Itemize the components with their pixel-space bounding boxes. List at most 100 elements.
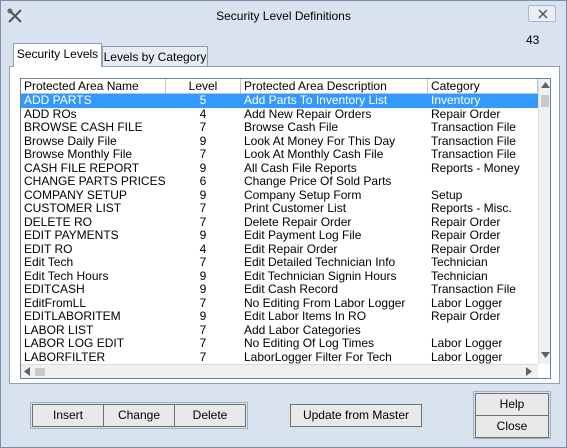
cell-protected-area-name: Edit Tech Hours bbox=[24, 269, 109, 283]
cell-protected-area-name: CUSTOMER LIST bbox=[24, 202, 122, 215]
scroll-up-arrow-icon[interactable] bbox=[541, 82, 550, 88]
table-row[interactable]: LABORFILTER 7 LaborLogger Filter For Tech L… bbox=[21, 351, 538, 365]
close-icon bbox=[538, 9, 548, 19]
cell-protected-area-name: CHANGE PARTS PRICES bbox=[24, 175, 166, 188]
scroll-right-arrow-icon[interactable] bbox=[526, 367, 532, 376]
cell-category: Reports - Money bbox=[431, 161, 520, 175]
table-row[interactable]: BROWSE CASH FILE 7 Browse Cash File Transac… bbox=[21, 121, 538, 135]
cell-level: 7 bbox=[199, 121, 207, 134]
grid-header: Protected Area Name Level Protected Area… bbox=[21, 79, 538, 94]
horizontal-scrollbar[interactable] bbox=[21, 364, 538, 378]
cell-level: 9 bbox=[199, 134, 207, 148]
cell-description: Edit Labor Items In RO bbox=[244, 310, 367, 323]
table-row[interactable]: EDIT PAYMENTS 9 Edit Payment Log File Repai… bbox=[21, 229, 538, 243]
cell-level: 9 bbox=[199, 161, 207, 175]
cell-level: 7 bbox=[199, 215, 207, 229]
table-row[interactable]: LABOR LIST 7 Add Labor Categories bbox=[21, 324, 538, 338]
cell-protected-area-name: DELETE RO bbox=[24, 215, 93, 229]
delete-button[interactable]: Delete bbox=[174, 404, 246, 427]
cell-category: Repair Order bbox=[431, 215, 501, 229]
table-row[interactable]: CASH FILE REPORT 9 All Cash File Reports Re… bbox=[21, 162, 538, 176]
table-row[interactable]: Browse Monthly File 7 Look At Monthly Cash… bbox=[21, 148, 538, 162]
update-from-master-button[interactable]: Update from Master bbox=[290, 404, 422, 427]
cell-category: Labor Logger bbox=[431, 337, 503, 350]
cell-description: Add Labor Categories bbox=[244, 323, 361, 337]
security-level-window: Security Level Definitions 43 Security L… bbox=[0, 0, 567, 448]
scroll-down-arrow-icon[interactable] bbox=[541, 352, 550, 358]
record-count: 43 bbox=[526, 33, 540, 47]
cell-category: Technician bbox=[431, 269, 488, 283]
cell-level: 7 bbox=[199, 256, 207, 269]
help-button[interactable]: Help bbox=[475, 393, 549, 416]
cell-category bbox=[428, 324, 538, 338]
column-header-category[interactable]: Category bbox=[428, 79, 538, 94]
cell-category: Technician bbox=[431, 256, 488, 269]
cell-description: Print Customer List bbox=[244, 202, 347, 215]
column-header-description[interactable]: Protected Area Description bbox=[241, 79, 428, 94]
cell-protected-area-name: EDITCASH bbox=[24, 283, 85, 296]
cell-protected-area-name: EditFromLL bbox=[24, 296, 87, 310]
cell-description: Add Parts To Inventory List bbox=[244, 94, 388, 107]
cell-category: Labor Logger bbox=[431, 296, 503, 310]
horizontal-scroll-thumb[interactable] bbox=[35, 368, 45, 376]
table-row[interactable]: Edit Tech Hours 9 Edit Technician Signin H… bbox=[21, 270, 538, 284]
cell-description: Edit Technician Signin Hours bbox=[244, 269, 397, 283]
table-row[interactable]: CUSTOMER LIST 7 Print Customer List Reports… bbox=[21, 202, 538, 216]
cell-level: 7 bbox=[199, 323, 207, 337]
table-row[interactable]: ADD ROs 4 Add New Repair Orders Repair Orde… bbox=[21, 108, 538, 122]
table-row[interactable]: LABOR LOG EDIT 7 No Editing Of Log Times La… bbox=[21, 337, 538, 351]
title-bar[interactable]: Security Level Definitions bbox=[1, 1, 566, 31]
cell-level: 9 bbox=[199, 283, 207, 296]
table-row[interactable]: COMPANY SETUP 9 Company Setup Form Setup bbox=[21, 189, 538, 203]
window-close-button[interactable] bbox=[528, 5, 556, 22]
cell-level: 7 bbox=[199, 337, 207, 350]
table-row[interactable]: EditFromLL 7 No Editing From Labor Logger L… bbox=[21, 297, 538, 311]
tab-levels-by-category[interactable]: Levels by Category bbox=[102, 46, 208, 67]
cell-category: Labor Logger bbox=[431, 350, 503, 364]
cell-category: Setup bbox=[431, 188, 463, 202]
cell-level: 9 bbox=[199, 269, 207, 283]
cell-category: Repair Order bbox=[431, 242, 501, 256]
cell-protected-area-name: ADD PARTS bbox=[24, 94, 92, 107]
cell-level: 9 bbox=[199, 188, 207, 202]
cell-description: Edit Detailed Technician Info bbox=[244, 256, 396, 269]
cell-protected-area-name: LABOR LOG EDIT bbox=[24, 337, 125, 350]
tab-security-levels[interactable]: Security Levels bbox=[13, 43, 102, 67]
table-row[interactable]: EDIT RO 4 Edit Repair Order Repair Order bbox=[21, 243, 538, 257]
close-button[interactable]: Close bbox=[475, 415, 549, 438]
cell-category: Transaction File bbox=[431, 134, 516, 148]
table-row[interactable]: EDITLABORITEM 9 Edit Labor Items In RO Repa… bbox=[21, 310, 538, 324]
cell-protected-area-name: COMPANY SETUP bbox=[24, 188, 127, 202]
cell-category: Inventory bbox=[431, 94, 481, 107]
cell-description: Browse Cash File bbox=[244, 121, 339, 134]
cell-description: Edit Cash Record bbox=[244, 283, 339, 296]
cell-protected-area-name: EDIT PAYMENTS bbox=[24, 229, 119, 242]
vertical-scroll-thumb[interactable] bbox=[541, 95, 549, 107]
table-row[interactable]: Browse Daily File 9 Look At Money For This… bbox=[21, 135, 538, 149]
security-levels-grid[interactable]: Protected Area Name Level Protected Area… bbox=[20, 78, 551, 379]
cell-description: Edit Payment Log File bbox=[244, 229, 362, 242]
table-row[interactable]: DELETE RO 7 Delete Repair Order Repair Orde… bbox=[21, 216, 538, 230]
insert-button[interactable]: Insert bbox=[32, 404, 104, 427]
cell-description: Look At Money For This Day bbox=[244, 134, 396, 148]
cell-protected-area-name: CASH FILE REPORT bbox=[24, 161, 140, 175]
cell-category bbox=[428, 175, 538, 189]
change-button[interactable]: Change bbox=[103, 404, 175, 427]
cell-description: Look At Monthly Cash File bbox=[244, 148, 384, 161]
scroll-left-arrow-icon[interactable] bbox=[24, 367, 30, 376]
cell-level: 7 bbox=[199, 350, 207, 364]
table-row[interactable]: Edit Tech 7 Edit Detailed Technician Info T… bbox=[21, 256, 538, 270]
cell-level: 7 bbox=[199, 296, 207, 310]
table-row[interactable]: ADD PARTS 5 Add Parts To Inventory List Inv… bbox=[21, 94, 538, 108]
cell-protected-area-name: ADD ROs bbox=[24, 107, 77, 121]
table-row[interactable]: EDITCASH 9 Edit Cash Record Transaction Fil… bbox=[21, 283, 538, 297]
vertical-scrollbar[interactable] bbox=[538, 79, 550, 364]
cell-protected-area-name: LABOR LIST bbox=[24, 323, 94, 337]
cell-protected-area-name: BROWSE CASH FILE bbox=[24, 121, 143, 134]
cell-category: Transaction File bbox=[431, 283, 516, 296]
column-header-protected-area-name[interactable]: Protected Area Name bbox=[21, 79, 166, 94]
cell-level: 7 bbox=[199, 202, 207, 215]
column-header-level[interactable]: Level bbox=[166, 79, 241, 94]
cell-category: Reports - Misc. bbox=[431, 202, 512, 215]
table-row[interactable]: CHANGE PARTS PRICES 6 Change Price Of Sold… bbox=[21, 175, 538, 189]
